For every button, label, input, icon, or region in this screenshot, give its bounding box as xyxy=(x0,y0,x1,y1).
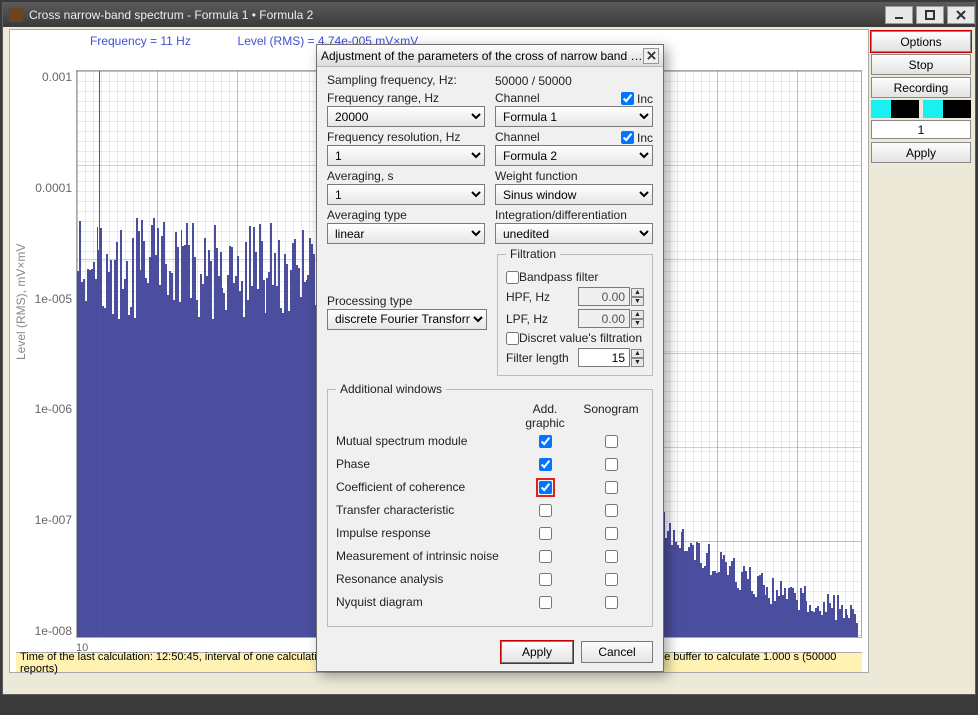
flen-down-icon[interactable]: ▼ xyxy=(631,358,644,367)
dialog-cancel-button[interactable]: Cancel xyxy=(581,641,653,663)
addwin-sonogram-checkbox[interactable] xyxy=(605,458,618,471)
channel2-inc-checkbox[interactable] xyxy=(621,131,634,144)
channel1-select[interactable]: Formula 1 xyxy=(495,106,653,127)
channel1-inc-checkbox[interactable] xyxy=(621,92,634,105)
hpf-down-icon[interactable]: ▼ xyxy=(631,297,644,306)
right-sidebar: Options Stop Recording Apply xyxy=(871,31,971,165)
weight-func-select[interactable]: Sinus window xyxy=(495,184,653,205)
y-axis-ticks: 0.0010.00011e-0051e-0061e-0071e-008 xyxy=(28,70,72,638)
discret-label: Discret value's filtration xyxy=(519,331,644,345)
addwin-col2: Sonogram xyxy=(578,402,644,430)
averaging-type-label: Averaging type xyxy=(327,208,485,222)
sidebar-apply-button[interactable]: Apply xyxy=(871,142,971,163)
addwin-row-label: Nyquist diagram xyxy=(336,595,512,609)
maximize-button[interactable] xyxy=(916,6,944,24)
addwin-row-label: Transfer characteristic xyxy=(336,503,512,517)
averaging-select[interactable]: 1 xyxy=(327,184,485,205)
filter-length-label: Filter length xyxy=(506,351,578,365)
discret-checkbox[interactable] xyxy=(506,332,519,345)
parameters-dialog: Adjustment of the parameters of the cros… xyxy=(316,44,664,672)
stop-button[interactable]: Stop xyxy=(871,54,971,75)
flen-up-icon[interactable]: ▲ xyxy=(631,349,644,358)
averaging-type-select[interactable]: linear xyxy=(327,223,485,244)
dialog-close-button[interactable] xyxy=(643,48,659,64)
addwin-sonogram-checkbox[interactable] xyxy=(605,527,618,540)
addwin-row-label: Mutual spectrum module xyxy=(336,434,512,448)
channel2-select[interactable]: Formula 2 xyxy=(495,145,653,166)
lpf-down-icon[interactable]: ▼ xyxy=(631,319,644,328)
channel1-swatch[interactable] xyxy=(871,100,919,118)
addwin-graphic-checkbox[interactable] xyxy=(539,504,552,517)
freq-res-select[interactable]: 1 xyxy=(327,145,485,166)
sampling-freq-label: Sampling frequency, Hz: xyxy=(327,73,485,87)
filter-length-input[interactable] xyxy=(578,348,630,367)
main-window-title: Cross narrow-band spectrum - Formula 1 •… xyxy=(29,8,882,22)
integration-label: Integration/differentiation xyxy=(495,208,653,222)
addwin-graphic-checkbox[interactable] xyxy=(539,481,552,494)
cursor-frequency: Frequency = 11 Hz xyxy=(90,34,191,48)
addwin-graphic-checkbox[interactable] xyxy=(539,435,552,448)
options-button[interactable]: Options xyxy=(871,31,971,52)
dialog-apply-button[interactable]: Apply xyxy=(501,641,573,663)
addwin-col1: Add. graphic xyxy=(512,402,578,430)
addwin-graphic-checkbox[interactable] xyxy=(539,527,552,540)
addwin-sonogram-checkbox[interactable] xyxy=(605,435,618,448)
lpf-up-icon[interactable]: ▲ xyxy=(631,310,644,319)
hpf-up-icon[interactable]: ▲ xyxy=(631,288,644,297)
dialog-title: Adjustment of the parameters of the cros… xyxy=(321,49,643,63)
cursor-line[interactable] xyxy=(99,71,100,637)
main-titlebar[interactable]: Cross narrow-band spectrum - Formula 1 •… xyxy=(3,3,975,27)
weight-func-label: Weight function xyxy=(495,169,653,183)
minimize-button[interactable] xyxy=(885,6,913,24)
freq-range-select[interactable]: 20000 xyxy=(327,106,485,127)
freq-range-label: Frequency range, Hz xyxy=(327,91,485,105)
bandpass-label: Bandpass filter xyxy=(519,270,644,284)
app-icon xyxy=(9,8,23,22)
additional-windows-group: Additional windows Add. graphic Sonogram… xyxy=(327,382,653,627)
averaging-label: Averaging, s xyxy=(327,169,485,183)
channel1-label: Channel xyxy=(495,91,540,105)
addwin-sonogram-checkbox[interactable] xyxy=(605,550,618,563)
processing-type-select[interactable]: discrete Fourier Transform xyxy=(327,309,487,330)
hpf-input[interactable] xyxy=(578,287,630,306)
addwin-row-label: Resonance analysis xyxy=(336,572,512,586)
addwin-sonogram-checkbox[interactable] xyxy=(605,573,618,586)
channel2-label: Channel xyxy=(495,130,540,144)
dialog-titlebar[interactable]: Adjustment of the parameters of the cros… xyxy=(317,45,663,67)
filtration-group: Filtration Bandpass filter HPF, Hz ▲▼ LP… xyxy=(497,247,653,376)
lpf-label: LPF, Hz xyxy=(506,312,578,326)
addwin-graphic-checkbox[interactable] xyxy=(539,596,552,609)
addwin-sonogram-checkbox[interactable] xyxy=(605,504,618,517)
addwin-row-label: Phase xyxy=(336,457,512,471)
addwin-sonogram-checkbox[interactable] xyxy=(605,481,618,494)
recording-button[interactable]: Recording xyxy=(871,77,971,98)
y-axis-label: Level (RMS), mV×mV xyxy=(14,244,28,360)
processing-type-label: Processing type xyxy=(327,294,487,308)
channel2-swatch[interactable] xyxy=(923,100,971,118)
hpf-label: HPF, Hz xyxy=(506,290,578,304)
addwin-sonogram-checkbox[interactable] xyxy=(605,596,618,609)
integration-select[interactable]: unedited xyxy=(495,223,653,244)
addwin-row-label: Coefficient of coherence xyxy=(336,480,512,494)
freq-res-label: Frequency resolution, Hz xyxy=(327,130,485,144)
additional-windows-legend: Additional windows xyxy=(336,382,446,396)
sampling-freq-value: 50000 / 50000 xyxy=(495,74,653,88)
addwin-graphic-checkbox[interactable] xyxy=(539,458,552,471)
sidebar-value-input[interactable] xyxy=(871,120,971,139)
addwin-graphic-checkbox[interactable] xyxy=(539,550,552,563)
addwin-graphic-checkbox[interactable] xyxy=(539,573,552,586)
addwin-row-label: Impulse response xyxy=(336,526,512,540)
close-button[interactable] xyxy=(947,6,975,24)
bandpass-checkbox[interactable] xyxy=(506,271,519,284)
filtration-legend: Filtration xyxy=(506,247,560,261)
addwin-row-label: Measurement of intrinsic noise xyxy=(336,549,512,563)
lpf-input[interactable] xyxy=(578,309,630,328)
